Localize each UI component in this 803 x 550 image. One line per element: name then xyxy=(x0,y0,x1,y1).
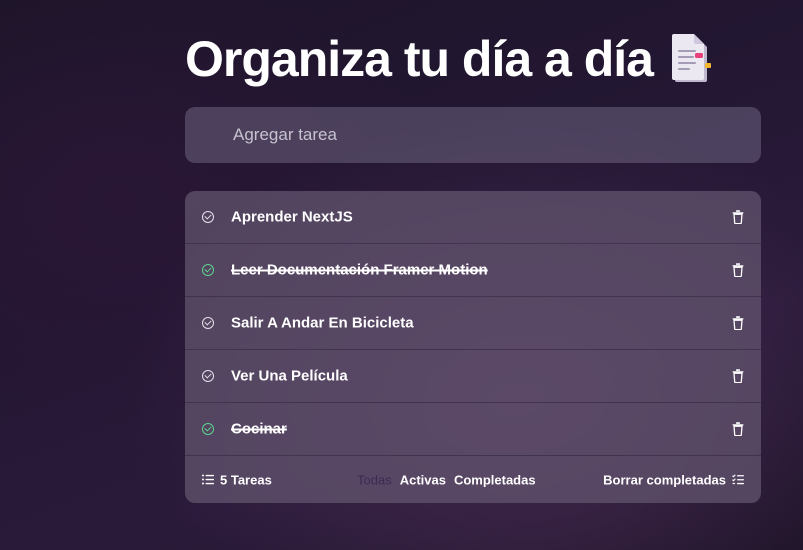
task-label: Aprender NextJS xyxy=(231,208,353,226)
filter-all-button[interactable]: Todas xyxy=(357,472,392,487)
task-item[interactable]: Aprender NextJS xyxy=(185,191,761,244)
delete-trash-icon[interactable] xyxy=(732,369,744,384)
task-list-panel: Aprender NextJS Leer Documentación Framer… xyxy=(185,191,761,503)
task-item[interactable]: Salir A Andar En Bicicleta xyxy=(185,297,761,350)
clear-completed-label: Borrar completadas xyxy=(603,472,726,487)
add-task-input[interactable] xyxy=(185,107,761,163)
task-item[interactable]: Leer Documentación Framer Motion xyxy=(185,244,761,297)
delete-trash-icon[interactable] xyxy=(732,316,744,331)
task-toggle-check-icon[interactable] xyxy=(202,211,214,223)
document-notepad-icon xyxy=(669,32,715,86)
page-title: Organiza tu día a día xyxy=(185,31,654,87)
task-toggle-check-icon[interactable] xyxy=(202,370,214,382)
task-toggle-check-icon[interactable] xyxy=(202,264,214,276)
task-label: Salir A Andar En Bicicleta xyxy=(231,314,414,332)
filter-active-button[interactable]: Activas xyxy=(400,472,446,487)
list-icon xyxy=(202,474,214,485)
task-label: Cocinar xyxy=(231,420,287,438)
delete-trash-icon[interactable] xyxy=(732,263,744,278)
task-count: 5 Tareas xyxy=(202,472,272,487)
header: Organiza tu día a día xyxy=(185,28,715,90)
task-toggle-check-icon[interactable] xyxy=(202,423,214,435)
task-label: Ver Una Película xyxy=(231,367,348,385)
add-task-box[interactable] xyxy=(185,107,761,163)
filter-completed-button[interactable]: Completadas xyxy=(454,472,536,487)
task-item[interactable]: Cocinar xyxy=(185,403,761,456)
clear-completed-button[interactable]: Borrar completadas xyxy=(603,472,744,487)
delete-trash-icon[interactable] xyxy=(732,422,744,437)
clear-checklist-icon xyxy=(732,474,744,485)
delete-trash-icon[interactable] xyxy=(732,210,744,225)
task-toggle-check-icon[interactable] xyxy=(202,317,214,329)
filter-group: Todas Activas Completadas xyxy=(357,472,536,487)
task-count-label: 5 Tareas xyxy=(220,472,272,487)
task-list: Aprender NextJS Leer Documentación Framer… xyxy=(185,191,761,456)
task-item[interactable]: Ver Una Película xyxy=(185,350,761,403)
task-label: Leer Documentación Framer Motion xyxy=(231,261,488,279)
task-list-footer: 5 Tareas Todas Activas Completadas Borra… xyxy=(185,456,761,503)
